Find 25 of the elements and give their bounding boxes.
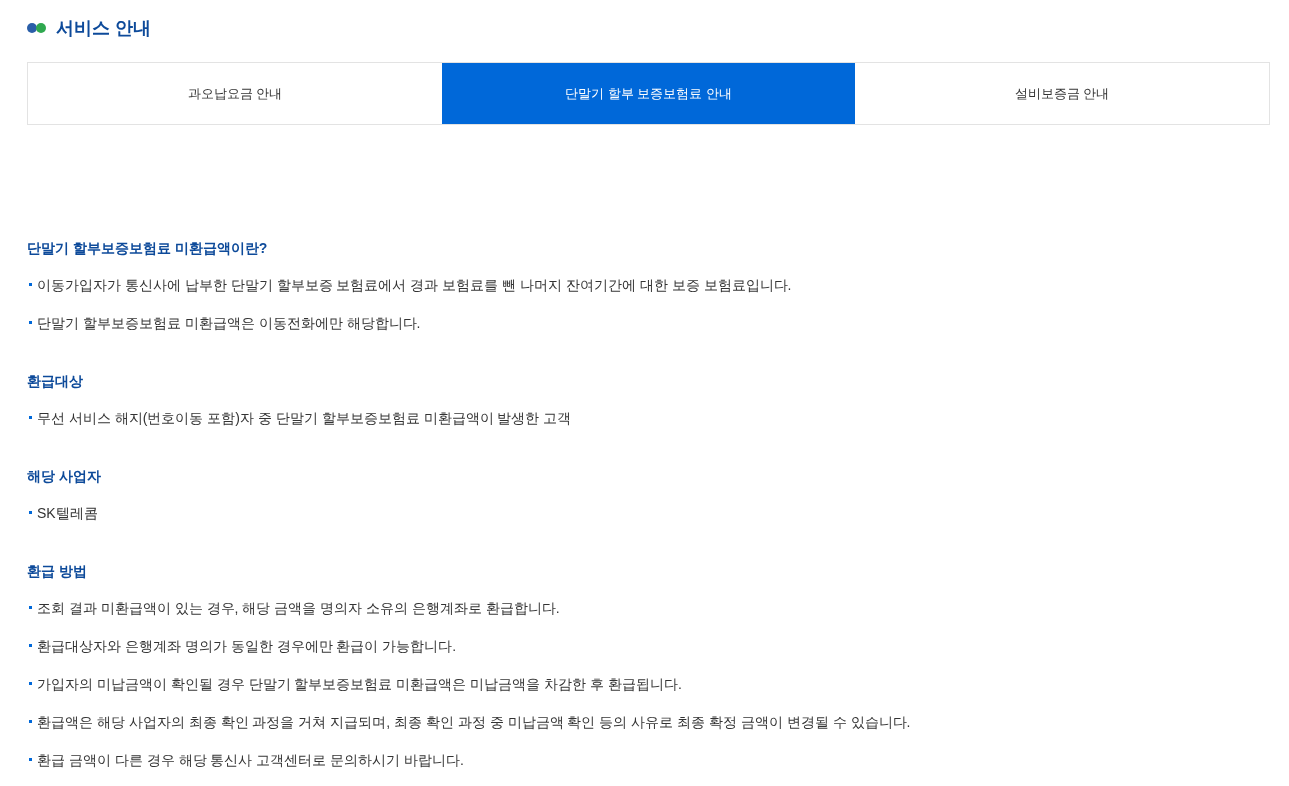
bullet-icon xyxy=(29,757,32,761)
bullet-text: 이동가입자가 통신사에 납부한 단말기 할부보증 보험료에서 경과 보험료를 뺀 나머지 잔여기간에 대한 보증 보험료입니다. xyxy=(37,276,792,295)
bullet-text: SK텔레콤 xyxy=(37,504,98,523)
bullet-icon xyxy=(29,320,32,324)
section-heading: 단말기 할부보증보험료 미환급액이란? xyxy=(27,239,268,258)
bullet-icon xyxy=(29,681,32,685)
bullet-text: 가입자의 미납금액이 확인될 경우 단말기 할부보증보험료 미환급액은 미납금액을 차감한 후 환급됩니다. xyxy=(37,675,682,694)
bullet-icon xyxy=(29,605,32,609)
bullet-icon xyxy=(29,282,32,286)
page-title: 서비스 안내 xyxy=(56,17,151,40)
bullet-text: 무선 서비스 해지(번호이동 포함)자 중 단말기 할부보증보험료 미환급액이 발생한 고객 xyxy=(37,409,572,428)
bullet-text: 환급액은 해당 사업자의 최종 확인 과정을 거쳐 지급되며, 최종 확인 과정 중 미납금액 확인 등의 사유로 최종 확정 금액이 변경될 수 있습니다. xyxy=(37,713,911,732)
tab[interactable]: 단말기 할부 보증보험료 안내 xyxy=(441,63,856,124)
bullet-icon xyxy=(29,510,32,514)
bullet-icon xyxy=(29,415,32,419)
section-heading: 해당 사업자 xyxy=(27,467,101,486)
two-dots-icon xyxy=(27,23,47,33)
bullet-text: 단말기 할부보증보험료 미환급액은 이동전화에만 해당합니다. xyxy=(37,314,421,333)
section-heading: 환급대상 xyxy=(27,372,83,391)
bullet-text: 조회 결과 미환급액이 있는 경우, 해당 금액을 명의자 소유의 은행계좌로 환급합니다. xyxy=(37,599,560,618)
bullet-text: 환급대상자와 은행계좌 명의가 동일한 경우에만 환급이 가능합니다. xyxy=(37,637,457,656)
bullet-text: 환급 금액이 다른 경우 해당 통신사 고객센터로 문의하시기 바랍니다. xyxy=(37,751,464,770)
section-heading: 환급 방법 xyxy=(27,562,87,581)
bullet-icon xyxy=(29,719,32,723)
bullet-icon xyxy=(29,643,32,647)
